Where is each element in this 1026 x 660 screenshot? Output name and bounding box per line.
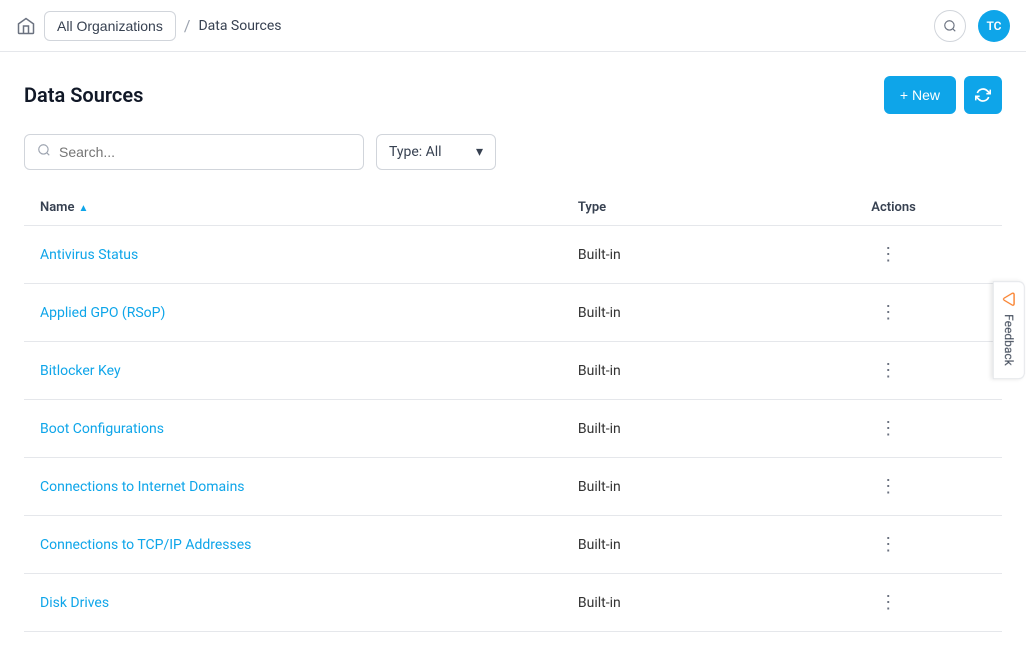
data-sources-table: Name▲ Type Actions Antivirus Status Built… [24, 190, 1002, 632]
top-navigation: All Organizations / Data Sources TC [0, 0, 1026, 52]
new-button[interactable]: + New [884, 76, 956, 114]
main-content: Data Sources + New Type: Al [0, 52, 1026, 660]
refresh-button[interactable] [964, 76, 1002, 114]
column-header-type: Type [562, 190, 855, 226]
table-header: Name▲ Type Actions [24, 190, 1002, 226]
type-filter[interactable]: Type: All ▾ [376, 134, 496, 170]
row-more-button[interactable]: ⋮ [871, 356, 905, 385]
row-name-link[interactable]: Antivirus Status [40, 247, 138, 263]
row-name-link[interactable]: Connections to Internet Domains [40, 479, 245, 495]
column-header-name[interactable]: Name▲ [24, 190, 562, 226]
page-title: Data Sources [24, 83, 143, 107]
table-row: Connections to Internet Domains Built-in ⋮ [24, 458, 1002, 516]
row-more-button[interactable]: ⋮ [871, 298, 905, 327]
filters-bar: Type: All ▾ [24, 134, 1002, 170]
row-type: Built-in [562, 342, 855, 400]
nav-separator: / [184, 16, 191, 35]
row-name-link[interactable]: Applied GPO (RSoP) [40, 305, 165, 321]
row-name-link[interactable]: Boot Configurations [40, 421, 164, 437]
row-type: Built-in [562, 400, 855, 458]
row-more-button[interactable]: ⋮ [871, 472, 905, 501]
chevron-down-icon: ▾ [476, 144, 483, 160]
user-avatar[interactable]: TC [978, 10, 1010, 42]
row-more-button[interactable]: ⋮ [871, 240, 905, 269]
org-selector[interactable]: All Organizations [44, 11, 176, 41]
row-type: Built-in [562, 284, 855, 342]
row-type: Built-in [562, 516, 855, 574]
table-row: Bitlocker Key Built-in ⋮ [24, 342, 1002, 400]
table-row: Disk Drives Built-in ⋮ [24, 574, 1002, 632]
table-row: Applied GPO (RSoP) Built-in ⋮ [24, 284, 1002, 342]
global-search-button[interactable] [934, 10, 966, 42]
feedback-tab[interactable]: Feedback [993, 281, 1025, 379]
row-type: Built-in [562, 458, 855, 516]
search-input[interactable] [59, 144, 351, 160]
table-scroll-container[interactable]: Name▲ Type Actions Antivirus Status Built… [24, 190, 1002, 632]
table-row: Antivirus Status Built-in ⋮ [24, 226, 1002, 284]
nav-page-title: Data Sources [198, 18, 281, 34]
row-type: Built-in [562, 574, 855, 632]
page-header: Data Sources + New [24, 76, 1002, 114]
home-icon[interactable] [16, 16, 36, 36]
header-actions: + New [884, 76, 1002, 114]
sort-indicator: ▲ [78, 203, 88, 214]
row-type: Built-in [562, 226, 855, 284]
table-row: Boot Configurations Built-in ⋮ [24, 400, 1002, 458]
row-more-button[interactable]: ⋮ [871, 530, 905, 559]
row-name-link[interactable]: Disk Drives [40, 595, 109, 611]
search-icon [37, 143, 51, 161]
row-name-link[interactable]: Connections to TCP/IP Addresses [40, 537, 251, 553]
feedback-label: Feedback [1002, 314, 1016, 366]
type-filter-label: Type: All [389, 144, 442, 160]
search-container [24, 134, 364, 170]
row-name-link[interactable]: Bitlocker Key [40, 363, 121, 379]
table-body: Antivirus StatusBuilt-in⋮Applied GPO (RS… [24, 226, 1002, 632]
row-more-button[interactable]: ⋮ [871, 588, 905, 617]
nav-right-actions: TC [934, 10, 1010, 42]
table-row: Connections to TCP/IP Addresses Built-in ⋮ [24, 516, 1002, 574]
feedback-icon [1002, 292, 1016, 310]
column-header-actions: Actions [855, 190, 1002, 226]
row-more-button[interactable]: ⋮ [871, 414, 905, 443]
